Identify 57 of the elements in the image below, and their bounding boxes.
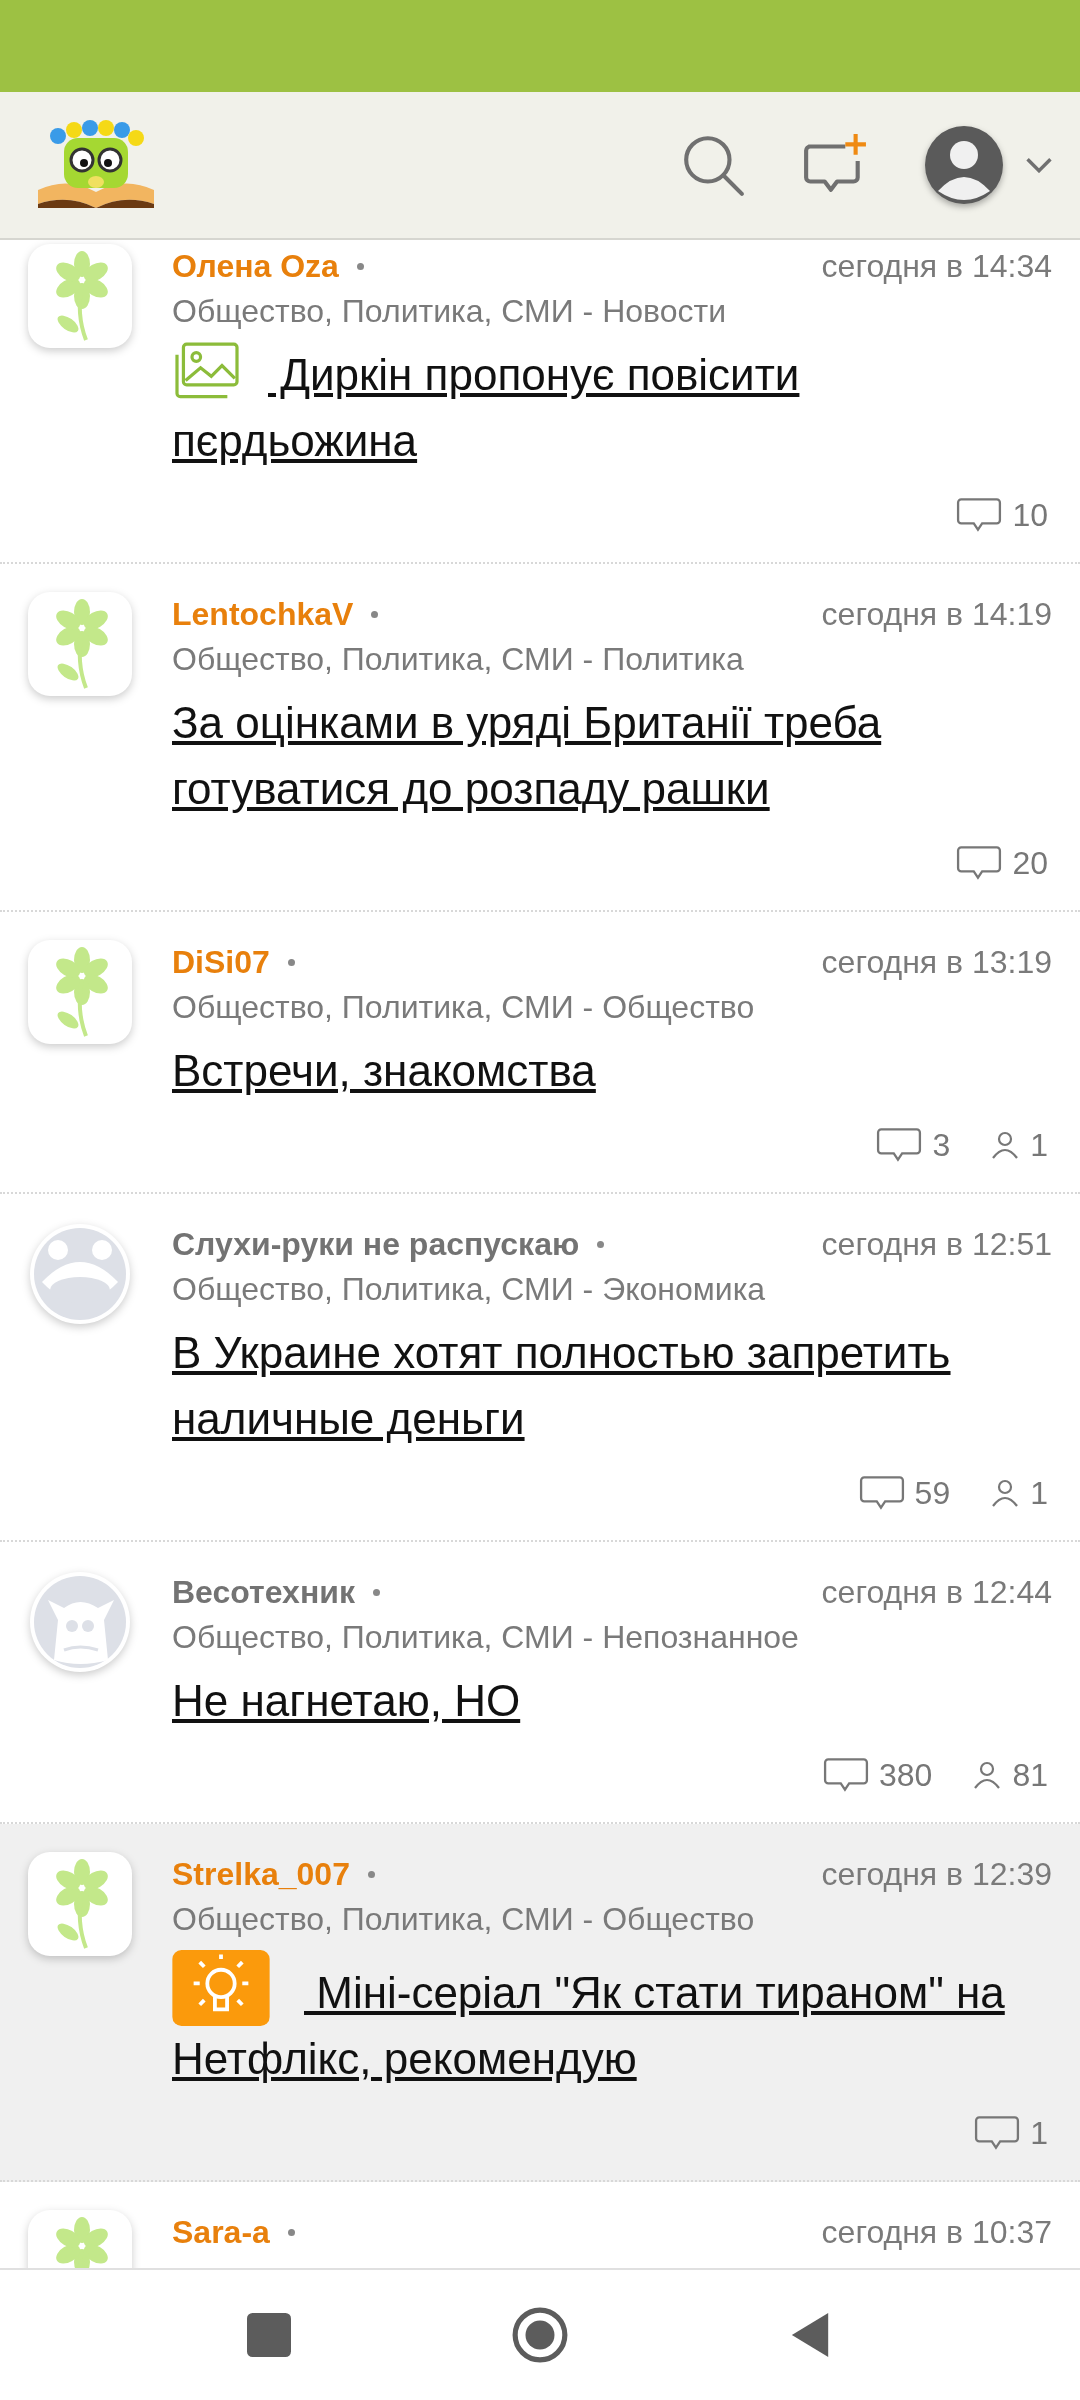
separator-dot-icon — [367, 1870, 375, 1878]
post-time: сегодня в 14:34 — [821, 247, 1052, 285]
post-category: Общество, Политика, СМИ - Общество — [172, 1900, 756, 1939]
separator-dot-icon — [372, 1588, 380, 1596]
participant-count: 1 — [1030, 1126, 1048, 1164]
post-time: сегодня в 12:39 — [821, 1855, 1052, 1893]
post-card[interactable]: Strelka_007 сегодня в 12:39 Общество, Политика, СМИ - Общество Міні-серіал "Як стати тираном" на Нетфлікс, рекомендую 1 — [0, 1824, 1080, 2182]
post-card[interactable]: Олена Oza сегодня в 14:34 Общество, Политика, СМИ - Новости Диркін пропонує повісити пєрдьожина 10 — [0, 240, 1080, 564]
post-title-link[interactable]: За оцінками в уряді Британії треба готуватися до розпаду рашки — [172, 690, 1052, 822]
post-card[interactable]: LentochkaV сегодня в 14:19 Общество, Политика, СМИ - Политика За оцінками в уряді Британії треба готуватися до розпаду рашки 20 — [0, 564, 1080, 912]
comment-count: 20 — [1012, 844, 1048, 882]
home-icon[interactable] — [511, 2306, 569, 2364]
comment-icon — [823, 1756, 869, 1794]
comment-icon — [956, 496, 1003, 534]
post-category: Общество, Политика, СМИ - Экономика — [172, 1270, 767, 1309]
comment-icon — [974, 2114, 1021, 2152]
comment-count: 380 — [879, 1756, 933, 1794]
post-time: сегодня в 12:44 — [821, 1573, 1052, 1611]
separator-dot-icon — [356, 262, 364, 270]
separator-dot-icon — [287, 2228, 295, 2236]
post-title-link[interactable]: Не нагнетаю, НО — [172, 1668, 1052, 1734]
comment-count: 3 — [932, 1126, 951, 1164]
participant-count: 81 — [1012, 1756, 1048, 1794]
post-card[interactable]: DiSi07 сегодня в 13:19 Общество, Политика, СМИ - Общество Встречи, знакомства 3 1 — [0, 912, 1080, 1194]
separator-dot-icon — [597, 1240, 605, 1248]
author-name[interactable]: Весотехник — [172, 1573, 355, 1611]
comment-count: 59 — [914, 1474, 951, 1512]
comment-count: 10 — [1012, 496, 1048, 534]
post-category: Общество, Политика, СМИ - Политика — [172, 640, 745, 679]
post-title-link[interactable]: Диркін пропонує повісити пєрдьожина — [172, 342, 1052, 474]
person-icon — [972, 1760, 1003, 1790]
comment-count: 1 — [1030, 2114, 1048, 2152]
comment-icon — [858, 1474, 905, 1512]
separator-dot-icon — [287, 958, 295, 966]
author-name[interactable]: Слухи-руки не распускаю — [172, 1225, 580, 1263]
post-title-link[interactable]: Встречи, знакомства — [172, 1038, 1052, 1104]
post-card[interactable]: Слухи-руки не распускаю сегодня в 12:51 Общество, Политика, СМИ - Экономика В Украине хотят полностью запретить наличные деньги 59 1 — [0, 1194, 1080, 1542]
participant-count: 1 — [1030, 1474, 1048, 1512]
person-icon — [990, 1130, 1021, 1160]
user-avatar-icon — [924, 125, 1004, 205]
post-category: Общество, Политика, СМИ - Новости — [172, 292, 728, 331]
separator-dot-icon — [371, 610, 379, 618]
post-time: сегодня в 12:51 — [821, 1225, 1052, 1263]
post-time: сегодня в 10:37 — [821, 2213, 1052, 2251]
lightbulb-icon — [172, 1950, 270, 2026]
post-title-link[interactable]: Міні-серіал "Як стати тираном" на Нетфлікс, рекомендую — [172, 1950, 1052, 2092]
person-icon — [990, 1478, 1021, 1508]
post-category: Общество, Политика, СМИ - Общество — [172, 988, 756, 1027]
post-title-link[interactable]: В Украине хотят полностью запретить наличные деньги — [172, 1320, 1052, 1452]
post-time: сегодня в 13:19 — [821, 943, 1052, 981]
flower-avatar-icon — [28, 1852, 132, 1956]
post-category: Общество, Политика, СМИ - Непознанное — [172, 1618, 800, 1657]
comment-icon — [956, 844, 1003, 882]
comment-icon — [876, 1126, 923, 1164]
post-time: сегодня в 14:19 — [821, 595, 1052, 633]
chevron-down-icon — [1024, 157, 1054, 173]
profile-menu-button[interactable] — [924, 125, 1054, 205]
